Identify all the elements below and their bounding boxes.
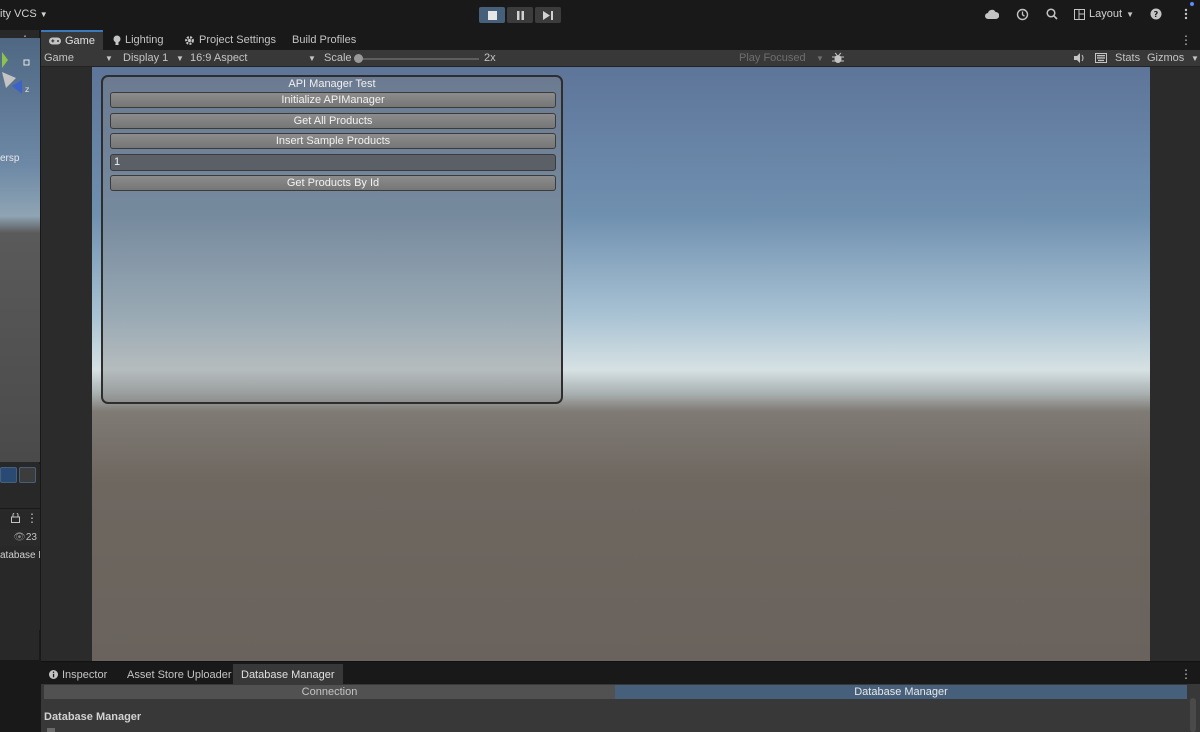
tab-game[interactable]: Game bbox=[41, 30, 103, 50]
speaker-icon[interactable] bbox=[1074, 53, 1085, 63]
gamepad-icon bbox=[49, 37, 61, 45]
api-manager-window: API Manager Test Initialize APIManager G… bbox=[101, 75, 563, 404]
step-icon bbox=[542, 10, 553, 20]
scale-slider-track[interactable] bbox=[359, 58, 479, 60]
connection-tab-button[interactable]: Connection bbox=[44, 685, 615, 699]
layout-dropdown[interactable]: Layout ▼ bbox=[1074, 8, 1134, 20]
tab-database-manager[interactable]: Database Manager bbox=[233, 664, 343, 685]
scene-view-buttons bbox=[0, 467, 36, 483]
hierarchy-panel: ⋮ 👁23 atabase M bbox=[0, 464, 40, 630]
get-products-by-id-button[interactable]: Get Products By Id bbox=[110, 175, 556, 191]
panel-menu-icon[interactable]: ⋮ bbox=[26, 511, 38, 525]
gizmos-dropdown[interactable]: Gizmos bbox=[1147, 51, 1184, 66]
cloud-icon[interactable] bbox=[984, 6, 1000, 22]
tab-label: Database Manager bbox=[241, 668, 335, 681]
tab-project-settings[interactable]: Project Settings bbox=[176, 30, 284, 50]
scale-slider-handle[interactable] bbox=[354, 54, 363, 63]
game-tabbar: Game Lighting Project Settings Build Pro… bbox=[41, 30, 1200, 50]
text-fragment bbox=[47, 728, 55, 732]
stats-button[interactable]: Stats bbox=[1115, 51, 1140, 66]
display-dropdown[interactable]: Display 1 bbox=[123, 51, 168, 66]
persp-label: ersp bbox=[0, 153, 20, 164]
window-title: API Manager Test bbox=[288, 78, 376, 90]
panel-menu-icon[interactable]: ⋮ bbox=[1180, 667, 1192, 681]
keyboard-icon[interactable] bbox=[1095, 53, 1107, 63]
chevron-down-icon: ▼ bbox=[176, 54, 184, 63]
panel-menu-icon[interactable]: ⋮ bbox=[1180, 33, 1192, 47]
pause-icon bbox=[516, 10, 524, 20]
tab-label: Build Profiles bbox=[292, 34, 357, 46]
lock-icon[interactable] bbox=[11, 513, 20, 523]
aspect-dropdown[interactable]: 16:9 Aspect bbox=[190, 51, 248, 66]
chevron-down-icon: ▼ bbox=[816, 54, 824, 63]
initialize-apimanager-button[interactable]: Initialize APIManager bbox=[110, 92, 556, 108]
notification-dot bbox=[1190, 2, 1194, 6]
vcs-label: ity VCS bbox=[0, 8, 37, 20]
layout-icon bbox=[1074, 8, 1086, 20]
hierarchy-item[interactable]: atabase M bbox=[0, 550, 40, 561]
game-mode-label: Game bbox=[44, 52, 74, 64]
gizmos-label: Gizmos bbox=[1147, 52, 1185, 64]
tab-asset-store-uploader[interactable]: Asset Store Uploader bbox=[119, 664, 240, 685]
tab-label: Game bbox=[65, 35, 95, 47]
svg-text:?: ? bbox=[1154, 10, 1159, 19]
insert-sample-products-button[interactable]: Insert Sample Products bbox=[110, 133, 556, 149]
playmode-controls bbox=[479, 7, 561, 23]
play-mode-dropdown[interactable]: Play Focused bbox=[739, 51, 806, 66]
visible-count: 👁23 bbox=[13, 532, 37, 543]
chevron-down-icon: ▼ bbox=[1191, 54, 1199, 63]
scale-label: Scale bbox=[324, 52, 352, 64]
product-id-field[interactable]: 1 bbox=[110, 154, 556, 171]
bug-icon[interactable] bbox=[832, 52, 844, 64]
get-all-products-button[interactable]: Get All Products bbox=[110, 113, 556, 129]
eye-icon: 👁 bbox=[13, 532, 26, 543]
layout-label: Layout bbox=[1089, 8, 1123, 20]
svg-text:z: z bbox=[25, 85, 29, 94]
tab-label: Inspector bbox=[62, 668, 108, 681]
search-icon[interactable] bbox=[1044, 6, 1060, 22]
more-menu-icon[interactable] bbox=[1178, 6, 1194, 22]
chevron-down-icon: ▼ bbox=[308, 54, 316, 63]
main-toolbar: ity VCS ▼ Layout ▼ ? bbox=[0, 0, 1200, 30]
stop-icon bbox=[487, 10, 497, 20]
database-manager-tab-button[interactable]: Database Manager bbox=[615, 685, 1187, 699]
game-mode-dropdown[interactable]: Game bbox=[44, 51, 74, 66]
history-icon[interactable] bbox=[1014, 6, 1030, 22]
tab-lighting[interactable]: Lighting bbox=[105, 30, 172, 50]
hierarchy-search[interactable]: 👁23 bbox=[0, 530, 40, 546]
step-button[interactable] bbox=[535, 7, 561, 23]
game-toolbar: Game ▼ Display 1 ▼ 16:9 Aspect ▼ Scale 2… bbox=[41, 50, 1200, 67]
vertical-scrollbar[interactable] bbox=[1190, 698, 1196, 732]
scale-value: 2x bbox=[484, 52, 496, 64]
tab-label: Project Settings bbox=[199, 34, 277, 46]
divider bbox=[0, 508, 40, 509]
hierarchy-header: ⋮ bbox=[0, 510, 40, 528]
gear-icon bbox=[185, 35, 194, 45]
tab-label: Lighting bbox=[125, 34, 164, 46]
display-label: Display 1 bbox=[123, 52, 169, 64]
bottom-tabbar: Inspector Asset Store Uploader Database … bbox=[41, 661, 1200, 685]
tab-label: Asset Store Uploader bbox=[127, 668, 232, 681]
chevron-down-icon: ▼ bbox=[1126, 9, 1134, 19]
aspect-label: 16:9 Aspect bbox=[190, 52, 248, 64]
tab-build-profiles[interactable]: Build Profiles bbox=[284, 30, 364, 50]
pause-button[interactable] bbox=[507, 7, 533, 23]
stop-button[interactable] bbox=[479, 7, 505, 23]
grid-toggle-button[interactable] bbox=[0, 467, 17, 483]
info-icon bbox=[49, 670, 58, 679]
lightbulb-icon bbox=[113, 35, 121, 45]
render-mode-button[interactable] bbox=[19, 467, 36, 483]
orientation-gizmo-icon[interactable]: z bbox=[0, 50, 40, 110]
play-mode-label: Play Focused bbox=[739, 52, 806, 64]
tab-inspector[interactable]: Inspector bbox=[41, 664, 115, 685]
database-manager-panel: Connection Database Manager Database Man… bbox=[41, 684, 1200, 732]
help-icon[interactable]: ? bbox=[1148, 6, 1164, 22]
vcs-menu[interactable]: ity VCS ▼ bbox=[0, 8, 48, 20]
toolbar-right: Layout ▼ ? bbox=[984, 6, 1194, 22]
chevron-down-icon: ▼ bbox=[105, 54, 113, 63]
section-title: Database Manager bbox=[44, 711, 142, 723]
scene-view[interactable]: z ersp bbox=[0, 38, 40, 462]
chevron-down-icon: ▼ bbox=[39, 10, 48, 19]
